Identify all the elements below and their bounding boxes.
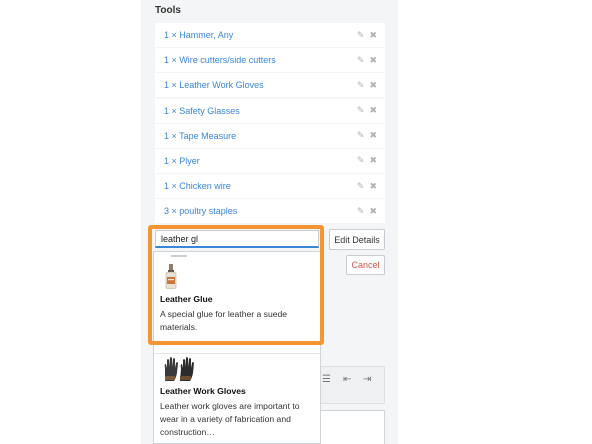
tool-item-label[interactable]: 1 × Leather Work Gloves	[164, 80, 352, 90]
editor-toolbar: ☰ ⇤ ⇥	[320, 366, 385, 404]
close-icon[interactable]: ✖	[369, 131, 377, 140]
close-icon[interactable]: ✖	[369, 30, 377, 40]
tool-item: 1 × Safety Glasses ✎ ✖	[155, 98, 385, 123]
tool-item: 1 × Tape Measure ✎ ✖	[155, 123, 385, 148]
step-text-editor[interactable]	[320, 410, 385, 444]
tool-item-label[interactable]: 3 × poultry staples	[164, 206, 352, 216]
close-icon[interactable]: ✖	[369, 55, 377, 65]
tool-item-label[interactable]: 1 × Tape Measure	[164, 131, 352, 141]
pencil-icon[interactable]: ✎	[357, 131, 365, 140]
tool-item-label[interactable]: 1 × Chicken wire	[164, 181, 352, 191]
suggestion-description: Leather work gloves are important to wea…	[160, 401, 300, 437]
pencil-icon[interactable]: ✎	[357, 55, 365, 65]
dropdown-scroll-indicator	[171, 255, 187, 257]
close-icon[interactable]: ✖	[369, 156, 377, 165]
tool-item-label[interactable]: 1 × Plyer	[164, 156, 352, 166]
tool-item-label[interactable]: 1 × Hammer, Any	[164, 30, 352, 40]
tool-list: 1 × Hammer, Any ✎ ✖ 1 × Wire cutters/sid…	[155, 23, 385, 225]
pencil-icon[interactable]: ✎	[357, 106, 365, 115]
suggestion-name: Leather Work Gloves	[160, 386, 246, 396]
tool-item: 1 × Chicken wire ✎ ✖	[155, 174, 385, 199]
close-icon[interactable]: ✖	[369, 106, 377, 115]
tool-search-input[interactable]	[155, 230, 319, 248]
pencil-icon[interactable]: ✎	[357, 30, 365, 40]
cancel-button[interactable]: Cancel	[346, 255, 385, 275]
tool-item: 1 × Wire cutters/side cutters ✎ ✖	[155, 48, 385, 73]
bulleted-list-icon[interactable]: ☰	[322, 374, 331, 385]
pencil-icon[interactable]: ✎	[357, 156, 365, 165]
indent-icon[interactable]: ⇥	[363, 374, 371, 385]
close-icon[interactable]: ✖	[369, 80, 377, 90]
pencil-icon[interactable]: ✎	[357, 80, 365, 90]
outdent-icon[interactable]: ⇤	[343, 374, 351, 385]
edit-details-button[interactable]: Edit Details	[329, 229, 385, 250]
glue-bottle-thumbnail	[165, 264, 177, 290]
tool-item: 3 × poultry staples ✎ ✖	[155, 199, 385, 224]
pencil-icon[interactable]: ✎	[357, 181, 365, 191]
suggestion-name: Leather Glue	[160, 294, 213, 304]
section-title: Tools	[155, 5, 181, 16]
close-icon[interactable]: ✖	[369, 181, 377, 191]
suggestion-description: A special glue for leather a suede mater…	[160, 309, 288, 332]
gloves-thumbnail	[164, 357, 194, 381]
suggestion-item-leather-glue[interactable]: Leather Glue A special glue for leather …	[154, 264, 320, 334]
tool-item: 1 × Hammer, Any ✎ ✖	[155, 23, 385, 47]
tool-item-label[interactable]: 1 × Wire cutters/side cutters	[164, 55, 352, 65]
tool-item-label[interactable]: 1 × Safety Glasses	[164, 106, 352, 116]
pencil-icon[interactable]: ✎	[357, 206, 365, 216]
tool-item: 1 × Leather Work Gloves ✎ ✖	[155, 73, 385, 98]
suggestion-item-leather-work-gloves[interactable]: Leather Work Gloves Leather work gloves …	[154, 353, 320, 439]
tool-item: 1 × Plyer ✎ ✖	[155, 148, 385, 173]
suggestion-dropdown: Leather Glue A special glue for leather …	[153, 251, 321, 444]
close-icon[interactable]: ✖	[369, 206, 377, 216]
